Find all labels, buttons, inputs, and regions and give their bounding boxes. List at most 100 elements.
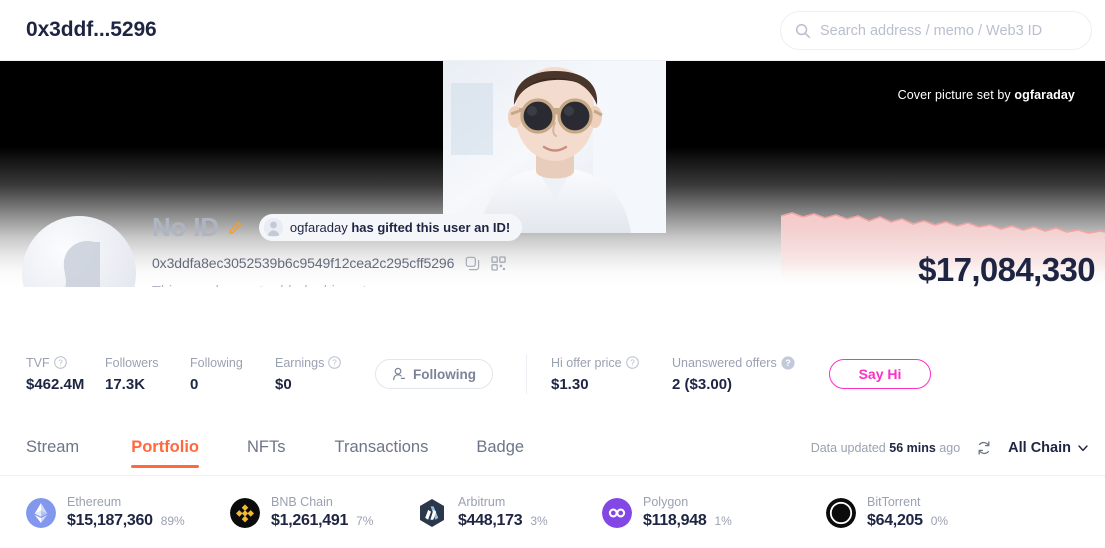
chain-percent: 3%: [530, 514, 548, 528]
help-icon-filled[interactable]: ?: [781, 355, 795, 370]
cover-banner: Cover picture set by ogfaraday $17,084,3…: [0, 61, 1105, 287]
chain-amount-row: $118,948 1%: [643, 512, 732, 530]
address-row: 0x3ddfa8ec3052539b6c9549f12cea2c295cff52…: [152, 255, 522, 271]
cover-credit: Cover picture set by ogfaraday: [898, 88, 1075, 102]
following-button[interactable]: Following: [375, 359, 493, 389]
stat-hi-offer-price-label: Hi offer price ?: [551, 356, 672, 370]
cover-credit-prefix: Cover picture set by: [897, 88, 1011, 102]
tab-stream[interactable]: Stream: [26, 420, 79, 476]
help-icon[interactable]: ?: [328, 356, 342, 369]
stat-hi-offer-price-label-text: Hi offer price: [551, 355, 622, 370]
stat-following-value: 0: [190, 375, 199, 393]
stat-following-label: Following: [190, 355, 243, 370]
chain-item-ethereum[interactable]: Ethereum $15,187,360 89%: [26, 495, 230, 530]
gifter-avatar: [263, 217, 283, 237]
tab-portfolio[interactable]: Portfolio: [131, 420, 199, 476]
bnb-icon: [230, 497, 260, 528]
tab-transactions-label: Transactions: [334, 438, 429, 456]
chain-item-polygon[interactable]: Polygon $118,948 1%: [602, 495, 826, 530]
chain-percent: 89%: [160, 514, 185, 528]
person-check-icon: [393, 367, 406, 381]
chain-amount: $448,173: [458, 512, 523, 529]
chain-name: Polygon: [643, 495, 689, 509]
stat-followers-label: Followers: [105, 355, 159, 370]
search-input[interactable]: Search address / memo / Web3 ID: [780, 11, 1092, 50]
chain-selector[interactable]: All Chain: [1008, 440, 1089, 456]
chain-name: BNB Chain: [271, 495, 333, 509]
cover-photo: [443, 61, 666, 233]
help-icon[interactable]: ?: [53, 356, 67, 369]
stat-unanswered-offers-label-text: Unanswered offers: [672, 355, 777, 370]
qr-code-icon[interactable]: [491, 255, 506, 271]
tab-badge[interactable]: Badge: [476, 420, 524, 476]
gift-text: ogfaraday has gifted this user an ID!: [290, 220, 510, 235]
refresh-icon[interactable]: [976, 440, 992, 456]
display-name-row: No ID ogfaraday has gifted this user an …: [152, 211, 523, 243]
chain-amount-row: $1,261,491 7%: [271, 512, 373, 530]
chain-amount-row: $15,187,360 89%: [67, 512, 185, 530]
chain-selector-label: All Chain: [1008, 440, 1071, 456]
tab-nfts-label: NFTs: [247, 438, 286, 456]
stat-earnings-label: Earnings ?: [275, 356, 371, 370]
stat-earnings: Earnings ? $0: [275, 356, 371, 393]
tab-stream-label: Stream: [26, 438, 80, 456]
chevron-down-icon: [1078, 445, 1088, 452]
chain-amount-row: $448,173 3%: [458, 512, 548, 530]
chain-item-bnb-chain-text: BNB Chain $1,261,491 7%: [271, 495, 373, 530]
stat-tvf-label: TVF ?: [26, 356, 105, 370]
chain-amount: $64,205: [867, 512, 923, 529]
bittorrent-icon: [826, 497, 856, 528]
copy-icon[interactable]: [465, 256, 480, 271]
tab-transactions[interactable]: Transactions: [335, 420, 429, 476]
chain-item-arbitrum[interactable]: Arbitrum $448,173 3%: [417, 495, 602, 530]
tab-portfolio-label: Portfolio: [131, 438, 200, 456]
avatar[interactable]: [22, 216, 136, 287]
page-title: 0x3ddf...5296: [26, 18, 157, 41]
say-hi-button[interactable]: Say Hi: [829, 359, 931, 389]
chain-name: BitTorrent: [867, 495, 921, 509]
tab-nfts[interactable]: NFTs: [247, 420, 286, 476]
search-placeholder: Search address / memo / Web3 ID: [820, 22, 1043, 39]
stat-following: Following 0: [190, 356, 275, 393]
data-updated-elapsed: 56 mins: [889, 441, 936, 455]
gift-notification[interactable]: ogfaraday has gifted this user an ID!: [258, 213, 523, 241]
stat-followers: Followers 17.3K: [105, 356, 190, 393]
stat-earnings-label-text: Earnings: [275, 355, 325, 370]
cover-credit-user: ogfaraday: [1014, 88, 1075, 102]
stat-unanswered-offers: Unanswered offers ? 2 ($3.00): [672, 356, 827, 393]
tabs-right-controls: Data updated 56 mins ago All Chain: [811, 420, 1089, 476]
tabs-row: Stream Portfolio NFTs Transactions Badge…: [0, 420, 1105, 476]
chain-percent: 7%: [356, 514, 374, 528]
profile-info: No ID ogfaraday has gifted this user an …: [152, 211, 523, 287]
say-hi-button-label: Say Hi: [858, 366, 902, 382]
data-updated-status: Data updated 56 mins ago: [811, 441, 960, 455]
polygon-icon: [602, 497, 632, 528]
pencil-icon[interactable]: [228, 219, 244, 235]
stat-unanswered-offers-value: 2 ($3.00): [672, 375, 733, 393]
portfolio-value-block: $17,084,330 -0.62% ?: [918, 251, 1096, 287]
chain-item-arbitrum-text: Arbitrum $448,173 3%: [458, 495, 548, 530]
chain-name: Ethereum: [67, 495, 122, 509]
chain-amount: $118,948: [643, 512, 707, 529]
following-button-label: Following: [413, 366, 476, 382]
stat-tvf-label-text: TVF: [26, 355, 50, 370]
help-icon[interactable]: ?: [625, 356, 639, 369]
portfolio-total-value: $17,084,330: [918, 251, 1096, 287]
display-name: No ID: [152, 211, 219, 242]
stat-earnings-value: $0: [275, 375, 292, 393]
chain-amount-row: $64,205 0%: [867, 512, 948, 530]
stat-tvf: TVF ? $462.4M: [26, 356, 105, 393]
chain-item-ethereum-text: Ethereum $15,187,360 89%: [67, 495, 185, 530]
chain-item-bittorrent[interactable]: BitTorrent $64,205 0%: [826, 495, 948, 530]
tab-badge-label: Badge: [476, 438, 525, 456]
svg-text:?: ?: [58, 358, 63, 367]
ethereum-icon: [26, 497, 56, 528]
chain-name: Arbitrum: [458, 495, 506, 509]
chain-percent: 1%: [714, 514, 732, 528]
stat-followers-value: 17.3K: [105, 375, 146, 393]
chain-item-bittorrent-text: BitTorrent $64,205 0%: [867, 495, 948, 530]
chain-percent: 0%: [930, 514, 949, 528]
chain-item-bnb-chain[interactable]: BNB Chain $1,261,491 7%: [230, 495, 417, 530]
search-icon: [795, 23, 811, 38]
data-updated-prefix: Data updated: [810, 441, 886, 455]
